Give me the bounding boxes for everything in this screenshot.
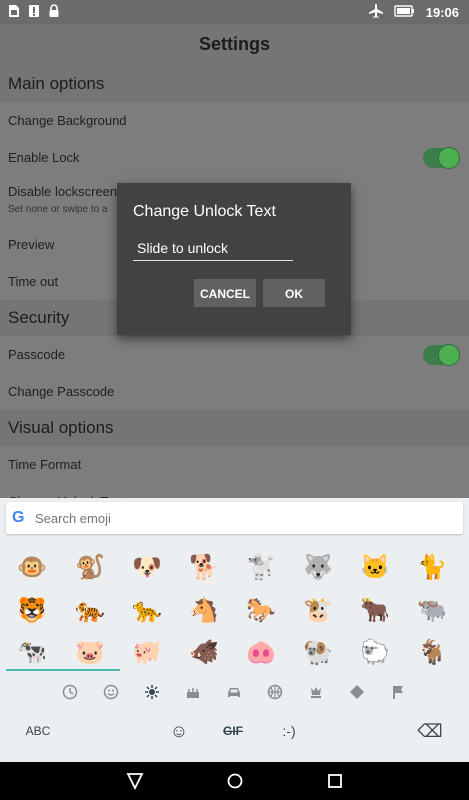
toggle-knob — [438, 344, 460, 366]
section-header-visual-options: Visual options — [0, 410, 469, 446]
emoji-keyboard: G Search emoji 🐵 🐒 🐶 🐕 🐩 🐺 🐱 🐈 🐯 🐅 🐆 🐴 🐎… — [0, 498, 469, 762]
setting-time-format[interactable]: Time Format — [0, 446, 469, 483]
backspace-key[interactable]: ⌫ — [414, 716, 446, 746]
emoji-key[interactable]: 🐕 — [188, 552, 220, 584]
screen: 19:06 Settings Main options Change Backg… — [0, 0, 469, 800]
clock: 19:06 — [425, 5, 459, 20]
setting-change-background[interactable]: Change Background — [0, 102, 469, 139]
page-title: Settings — [198, 34, 270, 54]
dialog-title: Change Unlock Text — [133, 203, 276, 220]
emoji-key[interactable]: 🐺 — [302, 552, 334, 584]
emoji-key[interactable]: 🐈 — [416, 552, 448, 584]
emoji-key[interactable]: 🐵 — [16, 552, 48, 584]
airplane-icon — [368, 3, 384, 22]
emoji-key[interactable]: 🐄 — [16, 637, 48, 669]
emoji-key[interactable]: 🐒 — [74, 552, 106, 584]
status-bar: 19:06 — [0, 0, 469, 24]
emoji-search-placeholder: Search emoji — [35, 511, 111, 526]
emoji-key[interactable]: 🐏 — [302, 637, 334, 669]
emoji-key[interactable]: 🐑 — [359, 637, 391, 669]
emoji-category-bar — [0, 678, 469, 706]
gif-key[interactable]: GIF — [216, 716, 250, 746]
recent-icon[interactable] — [58, 678, 82, 706]
cancel-button[interactable]: CANCEL — [194, 279, 256, 307]
toggle-knob — [438, 147, 460, 169]
emoji-key[interactable]: 🐩 — [245, 552, 277, 584]
emoji-key[interactable]: 🐴 — [188, 595, 220, 627]
emoji-key[interactable]: 🐖 — [131, 637, 163, 669]
travel-icon[interactable] — [222, 678, 246, 706]
emoji-search-bar[interactable]: G Search emoji — [6, 502, 463, 534]
change-unlock-text-dialog: Change Unlock Text CANCEL OK — [117, 183, 351, 335]
setting-disable-lockscreen-summary: Set none or swipe to a — [8, 204, 108, 215]
keyboard-bottom-row: ABC ☺ GIF :-) ⌫ — [0, 716, 469, 746]
back-icon[interactable] — [126, 772, 144, 795]
emoji-tab-indicator — [6, 669, 120, 671]
lock-icon — [48, 4, 60, 18]
emoji-key[interactable]: 🐱 — [359, 552, 391, 584]
emoji-key[interactable]: 🐯 — [16, 595, 48, 627]
symbols-icon[interactable] — [345, 678, 369, 706]
ok-button[interactable]: OK — [263, 279, 325, 307]
enable-lock-toggle[interactable] — [423, 147, 460, 169]
navigation-bar — [0, 762, 469, 800]
setting-passcode-label: Passcode — [8, 347, 66, 362]
battery-icon — [394, 4, 416, 21]
emoji-key[interactable]: 🐽 — [245, 637, 277, 669]
recents-icon[interactable] — [326, 772, 344, 795]
emoji-key[interactable]: 🐷 — [74, 637, 106, 669]
emoji-key[interactable]: 🐆 — [131, 595, 163, 627]
food-icon[interactable] — [181, 678, 205, 706]
emoticon-key[interactable]: :-) — [272, 716, 306, 746]
passcode-toggle[interactable] — [423, 344, 460, 366]
setting-enable-lock-label: Enable Lock — [8, 150, 80, 165]
objects-icon[interactable] — [304, 678, 328, 706]
activity-icon[interactable] — [263, 678, 287, 706]
setting-change-passcode[interactable]: Change Passcode — [0, 373, 469, 410]
emoji-key[interactable]: 🐐 — [416, 637, 448, 669]
smiley-icon[interactable] — [99, 678, 123, 706]
abc-key[interactable]: ABC — [18, 716, 58, 746]
emoji-key[interactable]: 🐎 — [245, 595, 277, 627]
setting-enable-lock[interactable]: Enable Lock — [0, 139, 469, 176]
emoji-key[interactable]: 🐅 — [74, 595, 106, 627]
nature-icon[interactable] — [140, 678, 164, 706]
app-bar: Settings — [0, 24, 469, 66]
emoji-key[interactable]: 🐗 — [188, 637, 220, 669]
notification-icon — [28, 4, 40, 18]
google-logo: G — [12, 509, 25, 526]
section-header-main-options: Main options — [0, 66, 469, 102]
emoji-key[interactable]: 🐶 — [131, 552, 163, 584]
unlock-text-input[interactable] — [133, 235, 293, 261]
emoji-key[interactable]: 🐃 — [416, 595, 448, 627]
flags-icon[interactable] — [386, 678, 410, 706]
setting-passcode[interactable]: Passcode — [0, 336, 469, 373]
setting-disable-lockscreen-label: Disable lockscreen — [8, 184, 118, 199]
home-icon[interactable] — [226, 772, 244, 795]
emoji-key-toggle[interactable]: ☺ — [164, 716, 194, 746]
emoji-key[interactable]: 🐂 — [359, 595, 391, 627]
emoji-key[interactable]: 🐮 — [302, 595, 334, 627]
sim-card-icon — [8, 4, 20, 18]
